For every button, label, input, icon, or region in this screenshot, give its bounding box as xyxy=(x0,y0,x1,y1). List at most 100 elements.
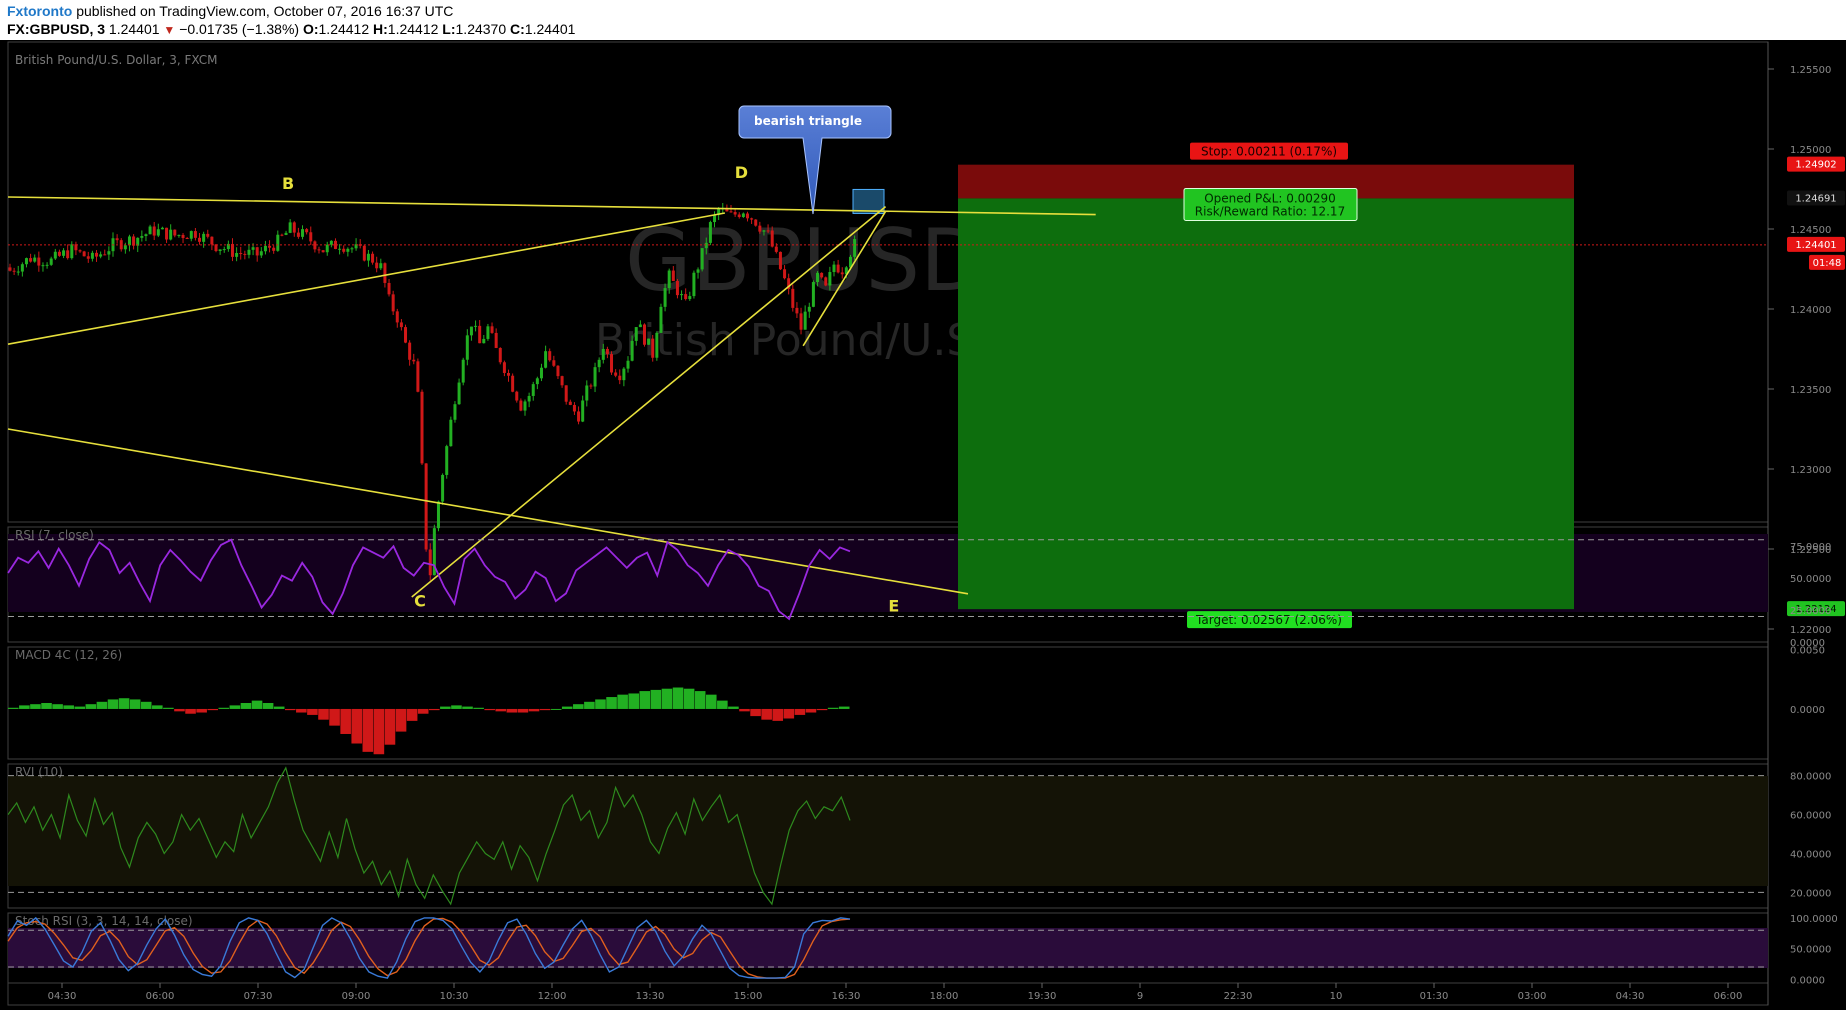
candle-body xyxy=(700,248,704,270)
candle-body xyxy=(523,401,527,411)
macd-bar xyxy=(196,708,207,713)
indicator-tick-label: 100.0000 xyxy=(1790,914,1838,925)
chart-title: British Pound/U.S. Dollar, 3, FXCM xyxy=(15,53,218,67)
time-tick-label: 15:00 xyxy=(734,991,763,1002)
candle-body xyxy=(449,419,453,447)
macd-bar xyxy=(174,708,185,712)
candle-body xyxy=(610,354,614,373)
macd-bar xyxy=(584,701,595,709)
candle-body xyxy=(280,234,284,236)
macd-bar xyxy=(495,708,507,712)
target-zone xyxy=(958,198,1574,610)
candle-body xyxy=(177,234,181,236)
candle-body xyxy=(41,265,45,267)
macd-bar xyxy=(152,705,163,709)
candle-body xyxy=(202,233,206,242)
candle-body xyxy=(626,360,630,369)
price-tick-label: 1.23000 xyxy=(1790,465,1831,476)
candle-body xyxy=(152,226,156,236)
candle-body xyxy=(638,324,642,328)
macd-bar xyxy=(783,708,795,719)
price-tag-label: 1.24401 xyxy=(1795,240,1836,251)
candle-body xyxy=(605,348,609,355)
indicator-tick-label: 75.0000 xyxy=(1790,542,1831,553)
candle-body xyxy=(391,294,395,312)
macd-bar xyxy=(207,708,218,711)
candle-body xyxy=(527,395,531,402)
candle-body xyxy=(486,326,490,339)
macd-bar xyxy=(251,700,263,709)
candle-body xyxy=(235,253,239,257)
macd-bar xyxy=(550,708,562,710)
candle-body xyxy=(795,307,799,314)
change-value: −0.01735 (−1.38%) xyxy=(179,21,300,37)
candle-body xyxy=(313,241,317,250)
indicator-tick-label: 50.0000 xyxy=(1790,574,1831,585)
candle-body xyxy=(816,272,820,283)
candle-body xyxy=(395,311,399,323)
candle-body xyxy=(33,257,37,262)
candle-body xyxy=(593,367,597,387)
candle-body xyxy=(474,325,478,327)
candle-body xyxy=(642,324,646,345)
candle-body xyxy=(581,400,585,422)
macd-bar xyxy=(794,708,806,715)
candle-body xyxy=(103,254,107,256)
indicator-tick-label: 0.0050 xyxy=(1790,645,1825,656)
candle-body xyxy=(663,288,667,307)
candle-body xyxy=(766,230,770,232)
candle-body xyxy=(86,256,90,259)
high-label: H: xyxy=(373,21,388,37)
candle-body xyxy=(379,263,383,269)
risk-reward-label: Risk/Reward Ratio: 12.17 xyxy=(1195,204,1345,218)
candle-body xyxy=(708,222,712,243)
macd-bar xyxy=(96,701,108,709)
candle-body xyxy=(783,269,787,279)
macd-bar xyxy=(484,708,495,711)
candle-body xyxy=(350,248,354,250)
last-price: 1.24401 xyxy=(108,21,160,37)
candle-body xyxy=(436,501,440,529)
wave-label-d: D xyxy=(735,163,748,182)
down-arrow-icon: ▼ xyxy=(163,23,176,37)
macd-bar xyxy=(462,706,473,709)
candle-body xyxy=(383,263,387,283)
candle-body xyxy=(371,253,375,263)
candle-body xyxy=(457,382,461,405)
candle-body xyxy=(478,325,482,344)
candle-body xyxy=(230,243,234,257)
macd-bar xyxy=(362,708,374,752)
time-tick-label: 06:00 xyxy=(146,991,175,1002)
time-tick-label: 16:30 xyxy=(832,991,861,1002)
candle-body xyxy=(148,226,152,235)
candle-body xyxy=(853,239,857,257)
candle-body xyxy=(239,253,243,255)
candle-body xyxy=(696,269,700,273)
macd-bar xyxy=(595,699,606,709)
time-tick-label: 04:30 xyxy=(48,991,77,1002)
candle-body xyxy=(774,246,778,252)
candle-body xyxy=(692,272,696,297)
macd-bar xyxy=(340,708,351,734)
candle-body xyxy=(66,250,70,259)
candle-body xyxy=(428,549,432,576)
candle-body xyxy=(251,247,255,250)
time-tick-label: 19:30 xyxy=(1028,991,1057,1002)
macd-bar xyxy=(384,708,396,745)
candle-body xyxy=(82,251,86,257)
short-position-tool[interactable]: Stop: 0.00211 (0.17%) Opened P&L: 0.00290… xyxy=(852,142,1574,629)
candle-body xyxy=(165,227,169,240)
macd-bar xyxy=(240,703,252,709)
chart-canvas[interactable]: GBPUSD, 3British Pound/U.S. DollarBritis… xyxy=(0,40,1846,1010)
close-label: C: xyxy=(510,21,525,37)
candle-body xyxy=(123,245,127,250)
macd-bar xyxy=(473,707,484,709)
candle-body xyxy=(601,348,605,360)
time-tick-label: 13:30 xyxy=(636,991,665,1002)
symbol-label[interactable]: FX:GBPUSD, 3 xyxy=(7,21,105,37)
macd-bar xyxy=(329,708,340,726)
candle-body xyxy=(62,250,66,256)
price-tick-label: 1.24000 xyxy=(1790,305,1831,316)
author-link[interactable]: Fxtoronto xyxy=(7,3,72,19)
open-value: 1.24412 xyxy=(318,21,370,37)
